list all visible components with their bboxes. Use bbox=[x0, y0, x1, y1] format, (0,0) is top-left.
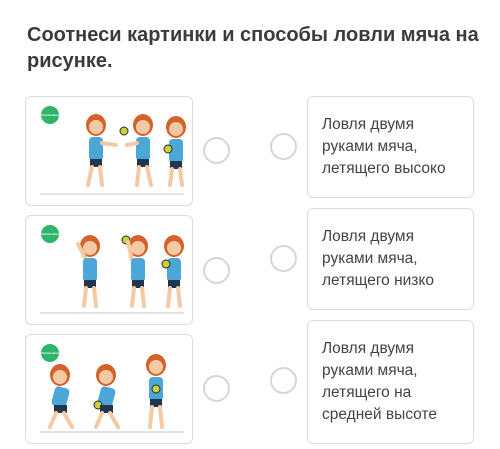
picture-1-match-radio[interactable] bbox=[203, 137, 230, 164]
question-title: Соотнеси картинки и способы ловли мяча н… bbox=[27, 24, 479, 72]
picture-card-3[interactable]: Ловля мяча bbox=[25, 334, 193, 444]
answer-card-3[interactable]: Ловля двумя руками мяча, летящего на сре… bbox=[307, 320, 474, 444]
answer-card-2[interactable]: Ловля двумя руками мяча, летящего низко bbox=[307, 208, 474, 310]
answer-text: Ловля двумя руками мяча, летящего на сре… bbox=[322, 340, 437, 423]
picture-card-2[interactable]: Ловля мяча bbox=[25, 215, 193, 325]
catch-sequence-illustration-2 bbox=[76, 235, 184, 308]
floor-line bbox=[40, 193, 184, 195]
answer-3-match-radio[interactable] bbox=[270, 367, 297, 394]
picture-card-1[interactable]: Ловля мяча bbox=[25, 96, 193, 206]
floor-line bbox=[40, 312, 184, 314]
floor-line bbox=[40, 431, 184, 433]
answer-card-1[interactable]: Ловля двумя руками мяча, летящего высоко bbox=[307, 96, 474, 198]
catch-sequence-illustration-1 bbox=[86, 114, 186, 187]
answer-2-match-radio[interactable] bbox=[270, 245, 297, 272]
answer-text: Ловля двумя руками мяча, летящего высоко bbox=[322, 116, 446, 177]
picture-2-match-radio[interactable] bbox=[203, 257, 230, 284]
catch-sequence-illustration-3 bbox=[48, 354, 166, 429]
picture-3-match-radio[interactable] bbox=[203, 375, 230, 402]
answer-text: Ловля двумя руками мяча, летящего низко bbox=[322, 228, 434, 289]
answer-1-match-radio[interactable] bbox=[270, 133, 297, 160]
